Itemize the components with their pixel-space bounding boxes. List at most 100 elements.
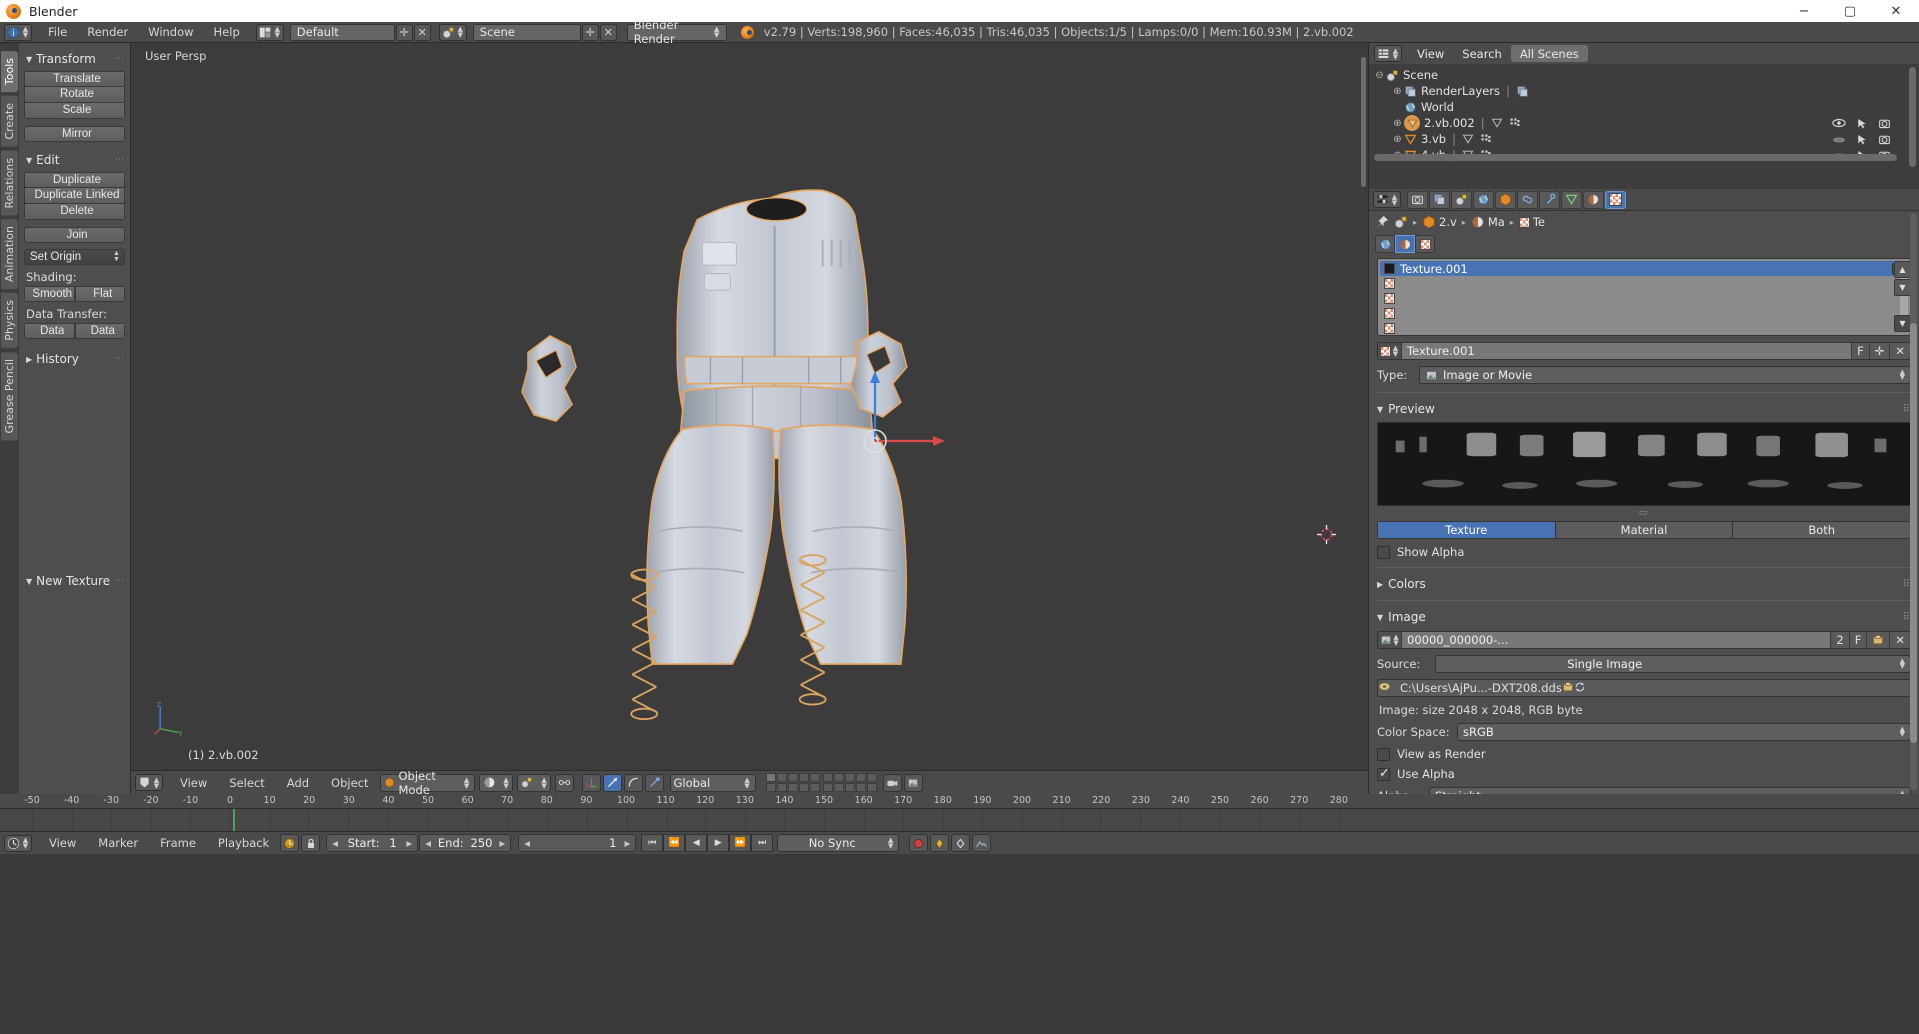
shade-smooth-button[interactable]: Smooth (24, 286, 75, 302)
view-as-render-row[interactable]: View as Render (1369, 744, 1919, 764)
scale-manipulator-button[interactable] (644, 773, 664, 792)
manipulator-toggle-button[interactable] (581, 773, 601, 792)
image-alpha-dropdown[interactable]: Straight ▲▼ (1429, 787, 1911, 794)
image-datablock-field[interactable]: ▲ ▼ 00000_000000-... 2 F ✕ (1377, 631, 1911, 649)
preview-mode-buttons[interactable]: Texture Material Both (1377, 521, 1911, 539)
duplicate-linked-button[interactable]: Duplicate Linked (24, 188, 125, 204)
texture-unlink-button[interactable]: ✕ (1889, 343, 1910, 359)
properties-tab-object[interactable] (1495, 190, 1516, 209)
texture-slot-item[interactable] (1380, 276, 1908, 291)
outliner-menu-search[interactable]: Search (1453, 45, 1511, 62)
preview-panel-header[interactable]: ▼ Preview ⠿ (1369, 398, 1919, 420)
duplicate-button[interactable]: Duplicate (24, 172, 125, 188)
toolshelf-tab-relations[interactable]: Relations (1, 150, 18, 216)
cursor-arrow-icon[interactable] (1856, 133, 1868, 146)
mesh-data-icon[interactable] (1462, 133, 1474, 145)
renderlayers-icon[interactable] (1516, 85, 1529, 98)
texture-slot-item[interactable] (1380, 291, 1908, 306)
scale-button[interactable]: Scale (24, 103, 125, 119)
layer-cell[interactable] (765, 773, 776, 782)
view-as-render-checkbox[interactable] (1377, 747, 1390, 761)
image-reload-button[interactable] (1574, 681, 1586, 696)
texture-context-world-button[interactable] (1375, 235, 1395, 253)
frame-start-value[interactable]: 1 (389, 836, 396, 850)
window-controls[interactable]: − ▢ ✕ (1781, 0, 1919, 22)
outliner-row-toggles[interactable] (1832, 117, 1919, 130)
preview-mode-both-button[interactable]: Both (1733, 521, 1911, 539)
screen-layout-name[interactable]: Default (289, 23, 395, 41)
breadcrumb-texture[interactable]: Te (1518, 215, 1545, 229)
mirror-button[interactable]: Mirror (24, 126, 125, 142)
properties-tab-scene[interactable] (1451, 190, 1472, 209)
timeline-menu-playback[interactable]: Playback (207, 836, 280, 850)
texture-slot-item[interactable] (1380, 306, 1908, 321)
next-keyframe-button[interactable]: ⏩ (729, 834, 752, 852)
properties-tab-render-layers[interactable] (1429, 190, 1450, 209)
timeline-editor-type-selector[interactable]: ▲ ▼ (4, 834, 32, 852)
texture-datablock-field[interactable]: ▲ ▼ Texture.001 F ✛ ✕ (1377, 342, 1911, 360)
layer-cell[interactable] (765, 783, 776, 792)
expand-toggle-icon[interactable]: ⊕ (1391, 86, 1404, 97)
viewport-menu-select[interactable]: Select (218, 776, 275, 790)
screen-layout-spinner[interactable]: ▲ ▼ (274, 26, 281, 39)
preview-mode-material-button[interactable]: Material (1555, 521, 1734, 539)
texture-slot-item[interactable] (1380, 321, 1908, 336)
frame-end-field[interactable]: ◂ End: 250 ▸ (419, 834, 512, 852)
auto-keyframe-button[interactable] (280, 834, 300, 852)
properties-tab-texture[interactable] (1605, 190, 1626, 209)
menu-help[interactable]: Help (204, 22, 250, 43)
breadcrumb-material[interactable]: Ma (1471, 215, 1505, 229)
texture-type-dropdown[interactable]: Image or Movie ▲ ▼ (1419, 366, 1911, 384)
material-dots-icon[interactable] (1480, 133, 1492, 145)
proportional-edit-button[interactable] (554, 773, 574, 792)
image-datablock-browse[interactable]: ▲ ▼ (1378, 632, 1402, 648)
transform-panel-header[interactable]: ▼ Transform ⋯ (24, 49, 125, 71)
translate-manipulator-button[interactable] (602, 773, 622, 792)
layer-cell[interactable] (787, 773, 798, 782)
frame-start-field[interactable]: ◂ Start: 1 ▸ (326, 834, 419, 852)
shade-flat-button[interactable]: Flat (74, 286, 125, 302)
keying-set-button[interactable] (930, 834, 950, 852)
layer-cell[interactable] (776, 773, 787, 782)
previous-keyframe-button[interactable]: ⏪ (663, 834, 686, 852)
layer-cell[interactable] (855, 773, 866, 782)
timeline-menu-frame[interactable]: Frame (149, 836, 207, 850)
screen-layout-selector[interactable]: ▲ ▼ (255, 23, 284, 41)
viewport-menu-object[interactable]: Object (320, 776, 379, 790)
properties-tab-constraints[interactable] (1517, 190, 1538, 209)
toolshelf-tab-animation[interactable]: Animation (1, 219, 18, 290)
expand-toggle-icon[interactable]: ⊕ (1391, 134, 1404, 145)
layer-cell[interactable] (776, 783, 787, 792)
outliner-display-mode-selector[interactable]: ▲ ▼ (1374, 45, 1402, 62)
ghost-frames-button[interactable] (972, 834, 992, 852)
maximize-button[interactable]: ▢ (1827, 0, 1873, 22)
layer-cell[interactable] (787, 783, 798, 792)
texture-name-field[interactable]: Texture.001 (1402, 343, 1852, 359)
play-reverse-button[interactable]: ◀ (685, 834, 708, 852)
texture-slot-move-down-button[interactable]: ▼ (1894, 279, 1911, 296)
set-origin-button[interactable]: Set Origin ▲ ▼ (24, 249, 125, 265)
properties-tab-render[interactable] (1407, 190, 1428, 209)
viewport-editor-type-selector[interactable]: ▲ ▼ (135, 774, 163, 791)
jump-to-end-button[interactable]: ⏭ (751, 834, 774, 852)
join-button[interactable]: Join (24, 227, 125, 243)
outliner-row-object-2vb002[interactable]: ⊕ 2.vb.002 | (1369, 115, 1919, 131)
image-colorspace-dropdown[interactable]: sRGB ▲ ▼ (1457, 723, 1911, 741)
current-frame-field[interactable]: ◂ 1 ▸ (518, 834, 637, 852)
show-alpha-checkbox[interactable] (1377, 545, 1390, 559)
image-filepath-field[interactable]: C:\Users\AjPu...-DXT208.dds (1377, 679, 1911, 697)
timeline-menu-marker[interactable]: Marker (87, 836, 149, 850)
properties-tab-object-data[interactable] (1561, 190, 1582, 209)
image-open-button[interactable] (1562, 681, 1574, 696)
texture-slot-specials-menu[interactable]: ▼ (1894, 315, 1911, 332)
colors-panel-header[interactable]: ▶ Colors ⠿ (1369, 573, 1919, 595)
image-name-field[interactable]: 00000_000000-... (1402, 632, 1831, 648)
eye-icon[interactable] (1832, 133, 1846, 145)
current-frame-value[interactable]: 1 (609, 836, 616, 850)
eye-icon[interactable] (1832, 117, 1846, 129)
viewport-shading-selector[interactable]: ▲ ▼ (478, 773, 513, 792)
playback-transport-controls[interactable]: ⏮ ⏪ ◀ ▶ ⏩ ⏭ (641, 834, 774, 852)
scene-spinner[interactable]: ▲ ▼ (457, 26, 464, 39)
viewport-menu-view[interactable]: View (169, 776, 218, 790)
layer-cell[interactable] (844, 773, 855, 782)
